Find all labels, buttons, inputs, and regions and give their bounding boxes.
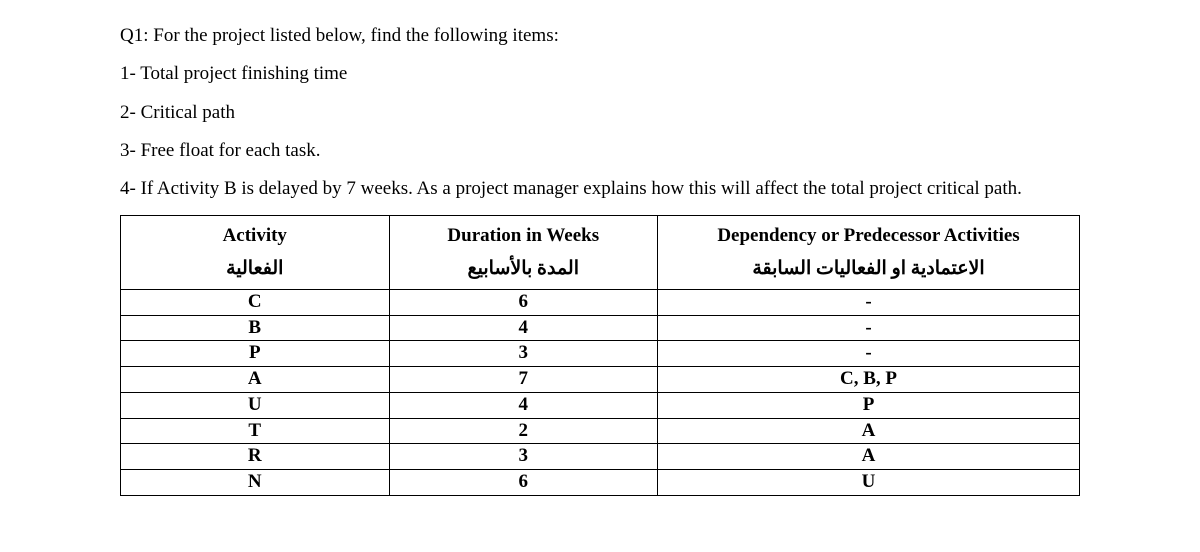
header-dependency-ar: الاعتمادية او الفعاليات السابقة: [662, 253, 1075, 285]
cell-duration: 6: [389, 290, 658, 316]
header-duration: Duration in Weeks المدة بالأسابيع: [389, 216, 658, 290]
cell-dependency: -: [658, 290, 1080, 316]
header-dependency-en: Dependency or Predecessor Activities: [662, 220, 1075, 252]
table-body: C 6 - B 4 - P 3 - A 7 C, B, P U 4: [121, 290, 1080, 496]
question-item-2: 2- Critical path: [120, 97, 1080, 129]
cell-dependency: A: [658, 444, 1080, 470]
header-duration-ar: المدة بالأسابيع: [394, 253, 654, 285]
cell-activity: R: [121, 444, 390, 470]
activity-table-wrap: Activity الفعالية Duration in Weeks المد…: [120, 215, 1080, 495]
table-row: R 3 A: [121, 444, 1080, 470]
question-item-3: 3- Free float for each task.: [120, 135, 1080, 167]
cell-duration: 3: [389, 341, 658, 367]
table-row: U 4 P: [121, 392, 1080, 418]
table-row: A 7 C, B, P: [121, 367, 1080, 393]
table-row: C 6 -: [121, 290, 1080, 316]
table-row: T 2 A: [121, 418, 1080, 444]
activity-table: Activity الفعالية Duration in Weeks المد…: [120, 215, 1080, 495]
cell-dependency: -: [658, 341, 1080, 367]
cell-dependency: P: [658, 392, 1080, 418]
header-activity-ar: الفعالية: [125, 253, 385, 285]
cell-duration: 2: [389, 418, 658, 444]
cell-duration: 3: [389, 444, 658, 470]
question-item-4: 4- If Activity B is delayed by 7 weeks. …: [120, 173, 1080, 205]
cell-activity: C: [121, 290, 390, 316]
cell-duration: 4: [389, 392, 658, 418]
question-title: Q1: For the project listed below, find t…: [120, 20, 1080, 52]
cell-dependency: -: [658, 315, 1080, 341]
cell-activity: T: [121, 418, 390, 444]
question-item-1: 1- Total project finishing time: [120, 58, 1080, 90]
cell-duration: 4: [389, 315, 658, 341]
cell-dependency: A: [658, 418, 1080, 444]
header-dependency: Dependency or Predecessor Activities الا…: [658, 216, 1080, 290]
cell-activity: U: [121, 392, 390, 418]
cell-activity: P: [121, 341, 390, 367]
cell-dependency: C, B, P: [658, 367, 1080, 393]
header-activity-en: Activity: [125, 220, 385, 252]
cell-duration: 7: [389, 367, 658, 393]
cell-activity: N: [121, 469, 390, 495]
cell-duration: 6: [389, 469, 658, 495]
question-block: Q1: For the project listed below, find t…: [120, 20, 1080, 205]
cell-activity: A: [121, 367, 390, 393]
table-row: B 4 -: [121, 315, 1080, 341]
table-row: N 6 U: [121, 469, 1080, 495]
header-duration-en: Duration in Weeks: [394, 220, 654, 252]
cell-activity: B: [121, 315, 390, 341]
header-activity: Activity الفعالية: [121, 216, 390, 290]
cell-dependency: U: [658, 469, 1080, 495]
table-row: P 3 -: [121, 341, 1080, 367]
